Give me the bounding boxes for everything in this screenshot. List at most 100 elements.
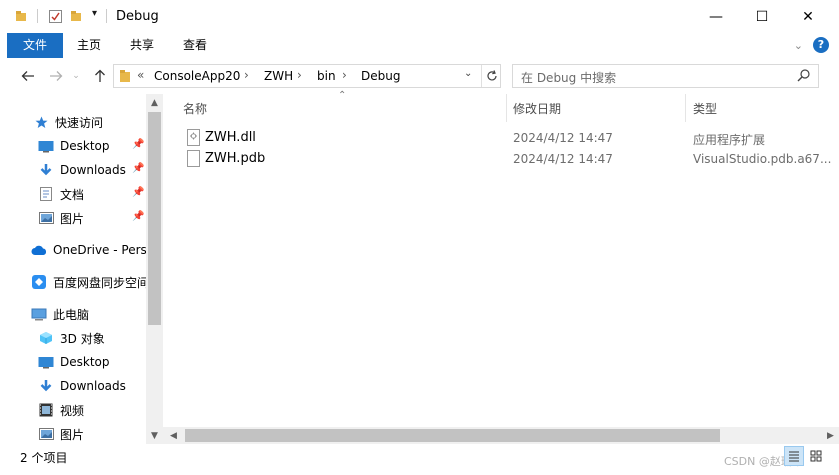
ribbon-tabs: 文件 主页 共享 查看 ⌄ ? bbox=[0, 33, 839, 58]
search-input[interactable]: 在 Debug 中搜索 bbox=[521, 69, 616, 86]
download-icon bbox=[38, 378, 54, 394]
address-bar[interactable]: « ConsoleApp20 › ZWH › bin › Debug ⌄ bbox=[113, 64, 501, 88]
star-icon bbox=[33, 114, 49, 130]
details-view-icon bbox=[789, 451, 799, 462]
column-header-type[interactable]: 类型 bbox=[693, 100, 717, 117]
document-icon bbox=[38, 186, 54, 202]
sidebar-item-label: 视频 bbox=[60, 403, 85, 418]
status-bar: 2 个项目 CSDN @赵瑞希 bbox=[0, 444, 839, 475]
file-name[interactable]: ZWH.dll bbox=[205, 130, 256, 145]
recent-locations-button[interactable]: ⌄ bbox=[69, 66, 83, 86]
picture-icon bbox=[38, 210, 54, 226]
sidebar-item-label: 快速访问 bbox=[55, 115, 104, 130]
chevron-right-icon[interactable]: › bbox=[244, 68, 249, 82]
close-button[interactable]: ✕ bbox=[785, 0, 831, 33]
item-count: 2 个项目 bbox=[20, 451, 68, 465]
pin-icon[interactable]: 📌 bbox=[132, 139, 144, 150]
column-header-modified[interactable]: 修改日期 bbox=[513, 100, 561, 117]
horizontal-scrollbar[interactable]: ◀ ▶ bbox=[163, 427, 839, 444]
refresh-button[interactable] bbox=[481, 65, 501, 87]
sidebar-item-label: Downloads bbox=[60, 163, 126, 177]
file-row[interactable]: ZWH.dll 2024/4/12 14:47 应用程序扩展 bbox=[181, 128, 831, 148]
pin-icon[interactable]: 📌 bbox=[132, 187, 144, 198]
maximize-button[interactable]: ☐ bbox=[739, 0, 785, 33]
divider bbox=[37, 9, 38, 23]
scroll-thumb[interactable] bbox=[185, 429, 720, 442]
pin-icon[interactable]: 📌 bbox=[132, 163, 144, 174]
sidebar-item-label: OneDrive - Perso bbox=[53, 243, 155, 257]
search-field[interactable]: 在 Debug 中搜索 bbox=[512, 64, 819, 88]
sidebar-item-label: 图片 bbox=[60, 211, 85, 226]
scroll-right-icon[interactable]: ▶ bbox=[822, 427, 839, 444]
address-dropdown-button[interactable]: ⌄ bbox=[464, 68, 472, 79]
file-modified: 2024/4/12 14:47 bbox=[513, 131, 613, 145]
back-button[interactable] bbox=[18, 66, 38, 86]
cloud-icon bbox=[31, 242, 47, 258]
column-divider[interactable] bbox=[506, 94, 507, 122]
chevron-down-icon[interactable]: ⌄ bbox=[794, 39, 803, 52]
sidebar-item-label: 图片 bbox=[60, 427, 85, 442]
sidebar-item-label: 此电脑 bbox=[53, 307, 90, 322]
dll-file-icon bbox=[187, 129, 200, 146]
up-button[interactable] bbox=[90, 66, 110, 86]
breadcrumb-debug[interactable]: Debug bbox=[361, 69, 400, 83]
details-view-button[interactable] bbox=[784, 446, 804, 466]
title-bar: ▾ Debug — ☐ ✕ bbox=[0, 0, 839, 33]
overflow-chevron-icon[interactable]: « bbox=[137, 68, 144, 82]
properties-icon[interactable] bbox=[49, 10, 62, 26]
navigation-bar: ⌄ « ConsoleApp20 › ZWH › bin › Debug ⌄ 在… bbox=[0, 58, 839, 94]
nav-scrollbar[interactable]: ▲ ▼ bbox=[146, 94, 163, 444]
arrow-right-icon bbox=[50, 71, 63, 81]
scroll-up-icon[interactable]: ▲ bbox=[146, 94, 163, 111]
folder-icon[interactable] bbox=[15, 10, 27, 25]
minimize-button[interactable]: — bbox=[693, 0, 739, 33]
sort-ascending-icon: ⌃ bbox=[338, 90, 347, 101]
file-modified: 2024/4/12 14:47 bbox=[513, 152, 613, 166]
chevron-right-icon[interactable]: › bbox=[297, 68, 302, 82]
folder-icon bbox=[119, 69, 131, 86]
tab-home[interactable]: 主页 bbox=[70, 33, 108, 58]
sidebar-item-label: Downloads bbox=[60, 379, 126, 393]
sidebar-item-label: Desktop bbox=[60, 139, 110, 153]
column-divider[interactable] bbox=[685, 94, 686, 122]
sidebar-item-label: 文档 bbox=[60, 187, 85, 202]
breadcrumb-consoleapp20[interactable]: ConsoleApp20 bbox=[154, 69, 240, 83]
scroll-thumb[interactable] bbox=[148, 112, 161, 325]
breadcrumb-zwh[interactable]: ZWH bbox=[264, 69, 293, 83]
tab-view[interactable]: 查看 bbox=[176, 33, 214, 58]
large-icons-view-button[interactable] bbox=[806, 446, 826, 466]
video-icon bbox=[38, 402, 54, 418]
sidebar-item-label: Desktop bbox=[60, 355, 110, 369]
forward-button[interactable] bbox=[46, 66, 66, 86]
pin-icon[interactable]: 📌 bbox=[132, 211, 144, 222]
file-row[interactable]: ZWH.pdb 2024/4/12 14:47 VisualStudio.pdb… bbox=[181, 149, 831, 169]
breadcrumb-bin[interactable]: bin bbox=[317, 69, 336, 83]
navigation-pane: 快速访问 Desktop 📌 Downloads 📌 文档 📌 图片 📌 One… bbox=[0, 94, 163, 444]
large-icons-view-icon bbox=[810, 450, 822, 462]
new-folder-icon[interactable] bbox=[70, 10, 82, 25]
tab-file[interactable]: 文件 bbox=[7, 33, 63, 58]
picture-icon bbox=[38, 426, 54, 442]
window-title: Debug bbox=[116, 9, 159, 24]
download-icon bbox=[38, 162, 54, 178]
column-header-name[interactable]: 名称 bbox=[183, 100, 207, 117]
computer-icon bbox=[31, 306, 47, 322]
tab-share[interactable]: 共享 bbox=[123, 33, 161, 58]
file-type: 应用程序扩展 bbox=[693, 133, 766, 147]
chevron-right-icon[interactable]: › bbox=[342, 68, 347, 82]
file-name[interactable]: ZWH.pdb bbox=[205, 151, 265, 166]
chevron-down-icon: ⌄ bbox=[72, 71, 80, 81]
file-list: ⌃ 名称 修改日期 类型 ZWH.dll 2024/4/12 14:47 应用程… bbox=[163, 90, 839, 444]
arrow-up-icon bbox=[95, 69, 105, 82]
cube-icon bbox=[38, 330, 54, 346]
search-icon[interactable] bbox=[797, 69, 810, 85]
file-type: VisualStudio.pdb.a67... bbox=[693, 152, 832, 166]
file-icon bbox=[187, 150, 200, 167]
scroll-down-icon[interactable]: ▼ bbox=[146, 427, 163, 444]
scroll-left-icon[interactable]: ◀ bbox=[165, 427, 182, 444]
desktop-icon bbox=[38, 354, 54, 370]
help-icon[interactable]: ? bbox=[813, 37, 829, 53]
sidebar-item-label: 百度网盘同步空间 bbox=[53, 275, 150, 290]
divider bbox=[106, 9, 107, 23]
chevron-down-icon[interactable]: ▾ bbox=[92, 8, 97, 19]
